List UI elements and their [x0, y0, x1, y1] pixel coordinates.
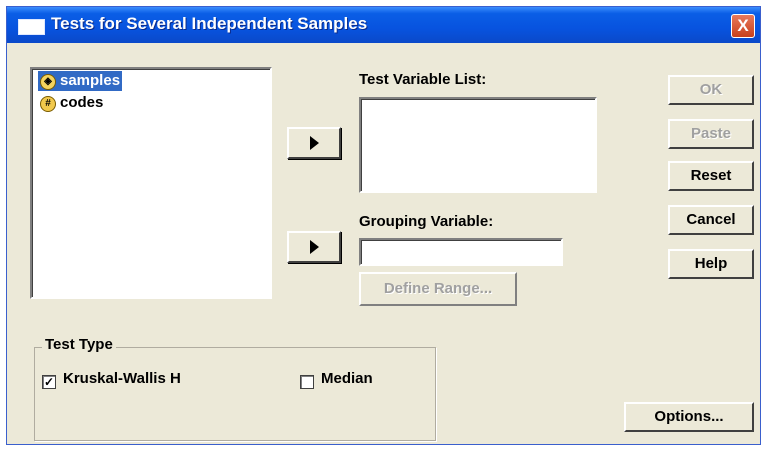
test-variable-list[interactable]: [359, 97, 597, 193]
options-button[interactable]: Options...: [624, 402, 754, 432]
kruskal-wallis-checkbox[interactable]: ✓: [42, 375, 56, 389]
nominal-variable-icon: #: [40, 96, 56, 112]
right-arrow-icon: [310, 240, 319, 254]
ok-button[interactable]: OK: [668, 75, 754, 105]
paste-button[interactable]: Paste: [668, 119, 754, 149]
test-variable-list-label: Test Variable List:: [359, 71, 487, 88]
scale-variable-icon: ◈: [40, 74, 56, 90]
title-bar[interactable]: Tests for Several Independent Samples X: [7, 7, 760, 43]
grouping-variable-field[interactable]: [359, 238, 563, 266]
move-to-test-list-button[interactable]: [287, 127, 341, 159]
test-type-group: [34, 347, 436, 441]
define-range-button[interactable]: Define Range...: [359, 272, 517, 306]
close-button[interactable]: X: [731, 14, 755, 38]
help-button[interactable]: Help: [668, 249, 754, 279]
window-title: Tests for Several Independent Samples: [51, 14, 368, 33]
test-type-title: Test Type: [42, 336, 116, 353]
variable-name: codes: [60, 94, 104, 111]
reset-button[interactable]: Reset: [668, 161, 754, 191]
variable-item-codes[interactable]: # codes: [38, 93, 105, 113]
median-label: Median: [321, 370, 373, 387]
kruskal-wallis-label: Kruskal-Wallis H: [63, 370, 181, 387]
dialog-body: ◈ samples # codes Test Variable List: Gr…: [7, 43, 760, 444]
right-arrow-icon: [310, 136, 319, 150]
checkmark-icon: ✓: [43, 375, 55, 389]
variable-item-samples[interactable]: ◈ samples: [38, 71, 123, 91]
move-to-grouping-button[interactable]: [287, 231, 341, 263]
dialog-window: Tests for Several Independent Samples X …: [6, 6, 761, 445]
cancel-button[interactable]: Cancel: [668, 205, 754, 235]
median-checkbox[interactable]: [300, 375, 314, 389]
window-icon: [18, 19, 45, 35]
source-variable-list[interactable]: ◈ samples # codes: [30, 67, 272, 299]
variable-name: samples: [60, 72, 121, 89]
grouping-variable-label: Grouping Variable:: [359, 213, 494, 230]
